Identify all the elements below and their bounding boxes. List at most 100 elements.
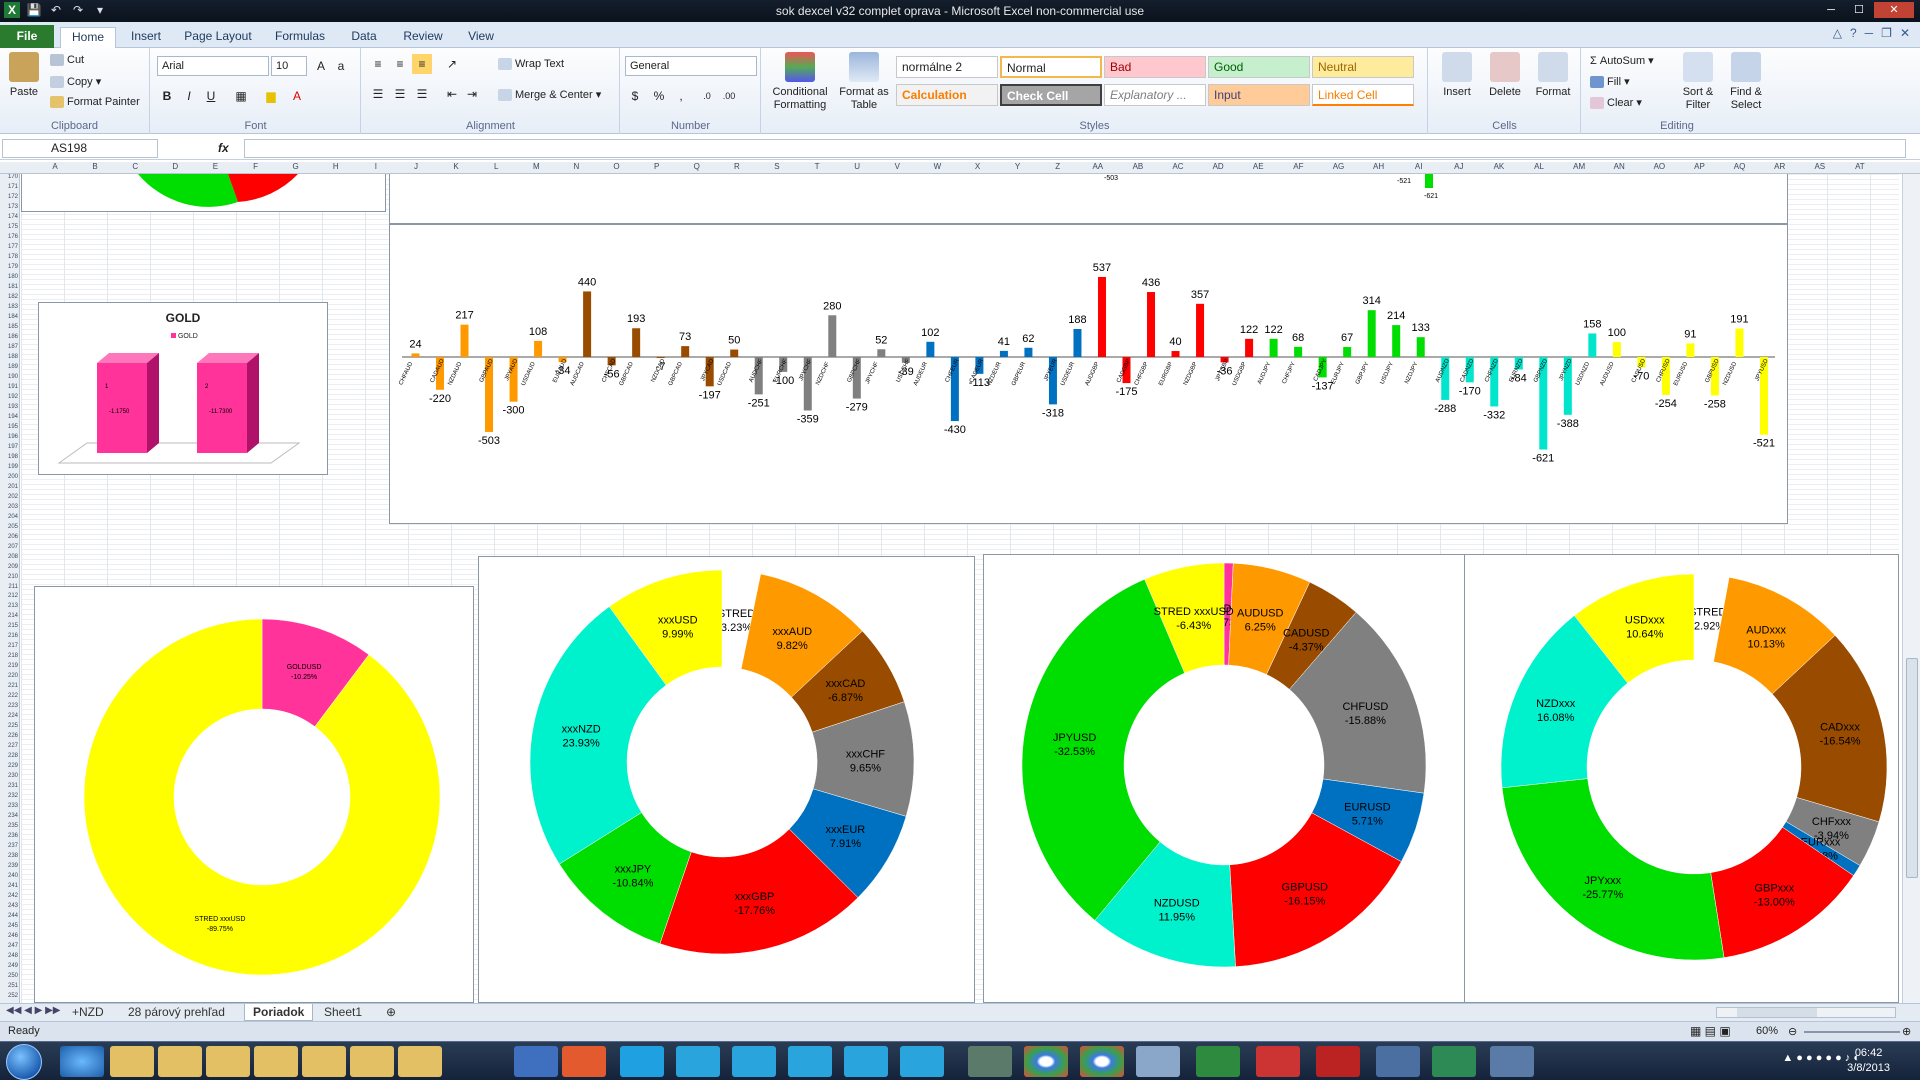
row-header[interactable]: 216	[0, 633, 18, 639]
row-header[interactable]: 246	[0, 933, 18, 939]
font-color-icon[interactable]: A	[287, 86, 307, 106]
row-header[interactable]: 201	[0, 484, 18, 490]
row-header[interactable]: 185	[0, 324, 18, 330]
font-size-select[interactable]: 10	[271, 56, 307, 76]
row-header[interactable]: 198	[0, 454, 18, 460]
wrap-text-button[interactable]: Wrap Text	[498, 58, 564, 71]
bold-button[interactable]: B	[157, 86, 177, 106]
decrease-decimal-icon[interactable]: .00	[719, 86, 739, 106]
start-button[interactable]	[6, 1044, 42, 1080]
folder-icon[interactable]	[158, 1046, 202, 1077]
row-header[interactable]: 171	[0, 184, 18, 190]
row-header[interactable]: 247	[0, 943, 18, 949]
fill-color-icon[interactable]: ▆	[261, 86, 281, 106]
number-format-select[interactable]: General	[625, 56, 757, 76]
chat-icon[interactable]	[900, 1046, 944, 1077]
row-header[interactable]: 184	[0, 314, 18, 320]
row-header[interactable]: 230	[0, 773, 18, 779]
grow-font-icon[interactable]: A	[311, 56, 331, 76]
align-right-icon[interactable]: ☰	[412, 84, 432, 104]
minimize-ribbon-icon[interactable]: △	[1833, 26, 1842, 40]
row-header[interactable]: 180	[0, 274, 18, 280]
insert-cells-button[interactable]: Insert	[1435, 52, 1479, 99]
tab-data[interactable]: Data	[344, 27, 384, 48]
column-header[interactable]: Q	[687, 162, 707, 171]
row-header[interactable]: 249	[0, 963, 18, 969]
column-header[interactable]: T	[807, 162, 827, 171]
column-header[interactable]: A	[45, 162, 65, 171]
vertical-scroll-thumb[interactable]	[1906, 658, 1918, 878]
folder-icon[interactable]	[302, 1046, 346, 1077]
format-as-table-button[interactable]: Format as Table	[838, 52, 890, 112]
base-donut-chart[interactable]: STRED -2.92% AUDxxx 10.13% CADxxx -16.54% CHFx…	[1464, 554, 1899, 1003]
document-icon[interactable]	[1432, 1046, 1476, 1077]
row-header[interactable]: 204	[0, 514, 18, 520]
row-header[interactable]: 235	[0, 823, 18, 829]
column-header[interactable]: G	[286, 162, 306, 171]
fill-button[interactable]: Fill ▾	[1590, 75, 1630, 89]
partial-chart-top-left[interactable]	[21, 174, 386, 212]
column-header[interactable]: S	[767, 162, 787, 171]
row-header[interactable]: 179	[0, 264, 18, 270]
underline-button[interactable]: U	[201, 86, 221, 106]
style-input[interactable]: Input	[1208, 84, 1310, 106]
sheet-tab-poriadok[interactable]: Poriadok	[244, 1004, 314, 1021]
align-bottom-icon[interactable]: ≡	[412, 54, 432, 74]
column-header[interactable]: W	[927, 162, 947, 171]
skype-icon[interactable]	[620, 1046, 664, 1077]
column-header[interactable]: I	[366, 162, 386, 171]
monitor-icon[interactable]	[514, 1046, 558, 1077]
tab-formulas[interactable]: Formulas	[270, 27, 330, 48]
clear-button[interactable]: Clear ▾	[1590, 96, 1642, 110]
media-player-icon[interactable]	[562, 1046, 606, 1077]
align-top-icon[interactable]: ≡	[368, 54, 388, 74]
font-name-select[interactable]: Arial	[157, 56, 269, 76]
folder-icon[interactable]	[350, 1046, 394, 1077]
maximize-button[interactable]: ☐	[1846, 2, 1872, 18]
xxx-donut-chart[interactable]: STRED 3.23% xxxAUD 9.82% xxxCAD -6.87% xxxCHF 9…	[478, 556, 975, 1003]
row-header[interactable]: 244	[0, 913, 18, 919]
row-header[interactable]: 174	[0, 214, 18, 220]
column-header[interactable]: AQ	[1730, 162, 1750, 171]
zoom-in-icon[interactable]: ⊕	[1902, 1025, 1911, 1038]
row-header[interactable]: 210	[0, 574, 18, 580]
folder-icon[interactable]	[254, 1046, 298, 1077]
row-header[interactable]: 188	[0, 354, 18, 360]
help-icon[interactable]: ?	[1850, 26, 1857, 40]
merge-center-button[interactable]: Merge & Center ▾	[498, 88, 601, 102]
formula-input[interactable]	[244, 139, 1906, 158]
row-header[interactable]: 178	[0, 254, 18, 260]
tab-insert[interactable]: Insert	[124, 27, 168, 48]
find-select-button[interactable]: Find & Select	[1724, 52, 1768, 112]
row-header[interactable]: 237	[0, 843, 18, 849]
name-box[interactable]: AS198	[2, 139, 158, 158]
column-header[interactable]: O	[607, 162, 627, 171]
chat-icon[interactable]	[788, 1046, 832, 1077]
fx-icon[interactable]: fx	[218, 141, 229, 155]
style-good[interactable]: Good	[1208, 56, 1310, 78]
row-header[interactable]: 202	[0, 494, 18, 500]
row-header[interactable]: 228	[0, 753, 18, 759]
column-header[interactable]: AI	[1409, 162, 1429, 171]
column-header[interactable]: AR	[1770, 162, 1790, 171]
cut-button[interactable]: Cut	[50, 54, 84, 67]
row-header[interactable]: 211	[0, 584, 18, 590]
row-header[interactable]: 176	[0, 234, 18, 240]
format-cells-button[interactable]: Format	[1531, 52, 1575, 99]
row-header[interactable]: 243	[0, 903, 18, 909]
new-sheet-icon[interactable]: ⊕	[378, 1004, 404, 1021]
style-neutral[interactable]: Neutral	[1312, 56, 1414, 78]
column-header[interactable]: AJ	[1449, 162, 1469, 171]
zoom-slider[interactable]	[1804, 1031, 1900, 1033]
chat-icon[interactable]	[732, 1046, 776, 1077]
close-button[interactable]: ✕	[1874, 2, 1914, 18]
row-header[interactable]: 250	[0, 973, 18, 979]
row-header[interactable]: 214	[0, 613, 18, 619]
align-left-icon[interactable]: ☰	[368, 84, 388, 104]
row-header[interactable]: 236	[0, 833, 18, 839]
column-header[interactable]: J	[406, 162, 426, 171]
column-header[interactable]: L	[486, 162, 506, 171]
copy-button[interactable]: Copy ▾	[50, 75, 101, 89]
row-header[interactable]: 183	[0, 304, 18, 310]
column-header[interactable]: M	[526, 162, 546, 171]
